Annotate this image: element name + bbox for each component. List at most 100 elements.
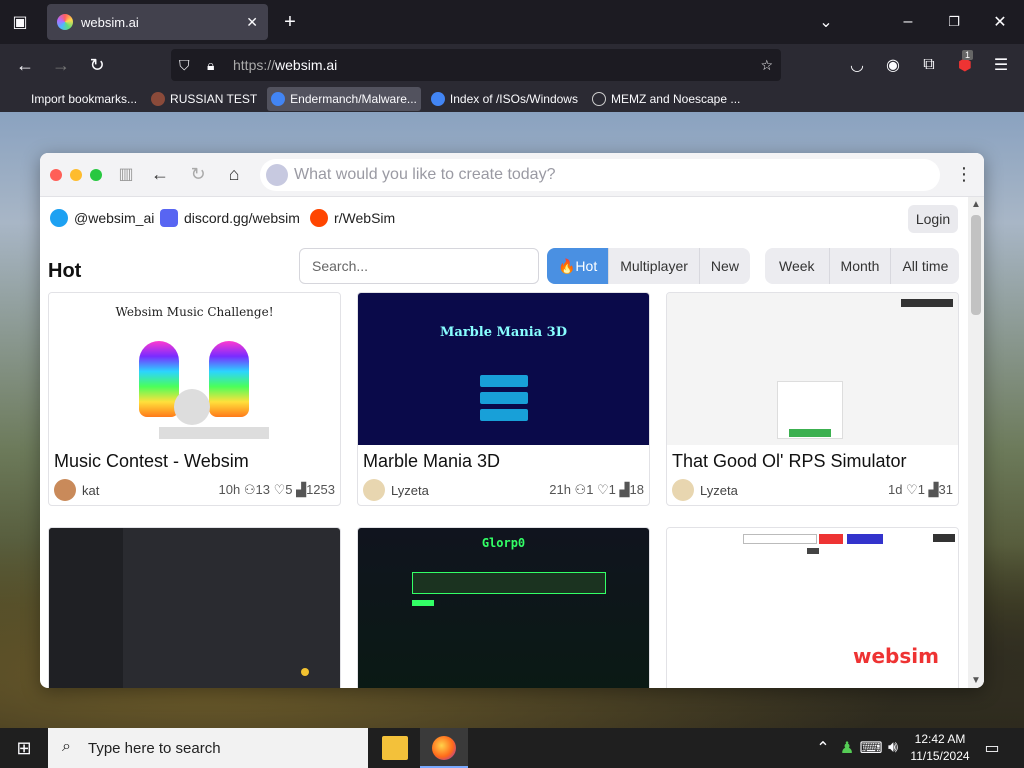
thumbnail-toggle <box>901 299 953 307</box>
websim-window: ▥ ← ↻ ⌂ What would you like to create to… <box>40 153 984 688</box>
search-icon: ⌕ <box>62 738 71 755</box>
url-protocol: https:// <box>233 57 276 73</box>
clock-date[interactable]: 11/15/2024 <box>906 749 974 763</box>
taskbar-firefox[interactable] <box>420 728 468 768</box>
menu-icon[interactable]: ☰ <box>990 54 1012 76</box>
bookmark-item[interactable]: Index of /ISOs/Windows <box>427 87 582 111</box>
restore-icon[interactable]: ❐ <box>944 12 964 32</box>
new-tab-icon[interactable]: + <box>280 11 300 33</box>
section-title: Hot <box>48 260 82 282</box>
scrollbar[interactable]: ▲ ▼ <box>968 197 984 688</box>
chevron-down-icon[interactable]: ⌄ <box>816 12 836 32</box>
thumbnail-button <box>789 429 831 437</box>
thumbnail-button <box>412 600 434 606</box>
figure-icon <box>174 389 210 425</box>
search-placeholder: Search... <box>312 258 369 274</box>
card-author[interactable]: Lyzeta <box>700 483 738 498</box>
scroll-up-icon[interactable]: ▲ <box>970 197 982 211</box>
prompt-placeholder: What would you like to create today? <box>294 166 556 183</box>
windows-start-icon[interactable]: ⊞ <box>14 738 34 758</box>
bookmark-item[interactable]: Import bookmarks... <box>8 87 141 111</box>
prompt-input[interactable]: What would you like to create today? <box>260 159 940 191</box>
discord-link[interactable]: discord.gg/websim <box>160 209 300 227</box>
project-card[interactable]: Glorp0 <box>357 527 650 688</box>
card-thumbnail: websim <box>667 528 958 688</box>
tab-all-time[interactable]: All time <box>891 248 959 284</box>
back-icon[interactable]: ← <box>150 164 170 184</box>
chevron-up-icon[interactable]: ⌃ <box>814 738 832 758</box>
close-dot-icon[interactable] <box>50 169 62 181</box>
bookmark-star-icon[interactable]: ☆ <box>760 57 773 74</box>
search-input[interactable]: Search... <box>299 248 539 284</box>
home-icon[interactable]: ⌂ <box>224 164 244 184</box>
taskbar-search[interactable]: ⌕ Type here to search <box>48 728 368 768</box>
twitter-link[interactable]: @websim_ai <box>50 209 154 227</box>
tab-list-icon[interactable]: ▣ <box>10 12 30 32</box>
file-explorer-icon[interactable] <box>382 736 408 760</box>
project-card[interactable]: websim <box>666 527 959 688</box>
url-bar[interactable]: ⛉ 🔒︎ https:// websim.ai ☆ <box>171 49 781 81</box>
refresh-icon[interactable]: ↻ <box>188 164 208 184</box>
bookmark-item[interactable]: Endermanch/Malware... <box>267 87 421 111</box>
bookmark-favicon-icon <box>151 92 166 106</box>
tab-week[interactable]: Week <box>765 248 830 284</box>
reddit-label: r/WebSim <box>334 210 396 226</box>
card-thumbnail <box>667 293 958 445</box>
volume-icon[interactable]: 🔊︎ <box>884 738 902 758</box>
clock-time[interactable]: 12:42 AM <box>910 732 970 746</box>
back-icon[interactable]: ← <box>14 54 36 76</box>
thumbnail-button <box>480 409 528 421</box>
project-card[interactable] <box>48 527 341 688</box>
minimize-icon[interactable]: – <box>898 12 918 32</box>
avatar[interactable] <box>672 479 694 501</box>
thumbnail-button <box>480 392 528 404</box>
import-icon <box>12 92 26 106</box>
user-tray-icon[interactable]: ♟ <box>838 738 856 758</box>
project-card[interactable]: Marble Mania 3D Marble Mania 3D Lyzeta 2… <box>357 292 650 506</box>
tab-month[interactable]: Month <box>830 248 892 284</box>
sidebar-icon[interactable]: ▥ <box>116 164 136 184</box>
shield-icon[interactable]: ⛉ <box>179 57 197 74</box>
avatar[interactable] <box>54 479 76 501</box>
avatar <box>266 164 288 186</box>
reddit-link[interactable]: r/WebSim <box>310 209 395 227</box>
bookmark-label: Index of /ISOs/Windows <box>449 92 578 106</box>
thumbnail-sidebar <box>49 528 123 688</box>
account-icon[interactable]: ◉ <box>882 54 904 76</box>
websim-favicon-icon <box>57 14 73 30</box>
tab-websim[interactable]: websim.ai ✕ <box>47 4 268 40</box>
card-author[interactable]: Lyzeta <box>391 483 429 498</box>
reload-icon[interactable]: ↻ <box>86 54 108 76</box>
google-icon <box>271 92 286 106</box>
bookmark-label: Import bookmarks... <box>31 92 138 106</box>
close-tab-icon[interactable]: ✕ <box>246 14 258 31</box>
scrollbar-thumb[interactable] <box>971 215 981 315</box>
close-window-icon[interactable]: ✕ <box>990 12 1010 32</box>
bookmark-item[interactable]: RUSSIAN TEST <box>147 87 261 111</box>
more-vertical-icon[interactable]: ⋮ <box>954 164 974 184</box>
lock-icon[interactable]: 🔒︎ <box>207 57 225 74</box>
tab-new[interactable]: New <box>700 248 750 284</box>
bookmark-item[interactable]: MEMZ and Noescape ... <box>588 87 744 111</box>
extensions-icon[interactable]: ⧉ <box>918 54 940 76</box>
card-thumbnail <box>49 528 340 688</box>
avatar[interactable] <box>363 479 385 501</box>
project-card[interactable]: That Good Ol' RPS Simulator Lyzeta 1d ♡1… <box>666 292 959 506</box>
maximize-dot-icon[interactable] <box>90 169 102 181</box>
tab-hot[interactable]: 🔥Hot <box>547 248 610 284</box>
notification-icon[interactable]: ▭ <box>982 738 1002 758</box>
card-thumbnail: Marble Mania 3D <box>358 293 649 445</box>
sort-tabs: 🔥Hot Multiplayer New <box>547 248 750 284</box>
tab-multiplayer[interactable]: Multiplayer <box>609 248 700 284</box>
pocket-icon[interactable]: ◡ <box>846 54 868 76</box>
card-thumbnail: Glorp0 <box>358 528 649 688</box>
tab-bar: ▣ websim.ai ✕ + ⌄ – ❐ ✕ <box>0 0 1024 44</box>
firefox-icon <box>432 736 456 760</box>
project-card[interactable]: Websim Music Challenge! Music Contest - … <box>48 292 341 506</box>
network-icon[interactable]: ⌨ <box>859 738 882 758</box>
scroll-down-icon[interactable]: ▼ <box>970 673 982 687</box>
card-author[interactable]: kat <box>82 483 99 498</box>
forward-icon[interactable]: → <box>50 54 72 76</box>
login-button[interactable]: Login <box>908 205 958 233</box>
minimize-dot-icon[interactable] <box>70 169 82 181</box>
